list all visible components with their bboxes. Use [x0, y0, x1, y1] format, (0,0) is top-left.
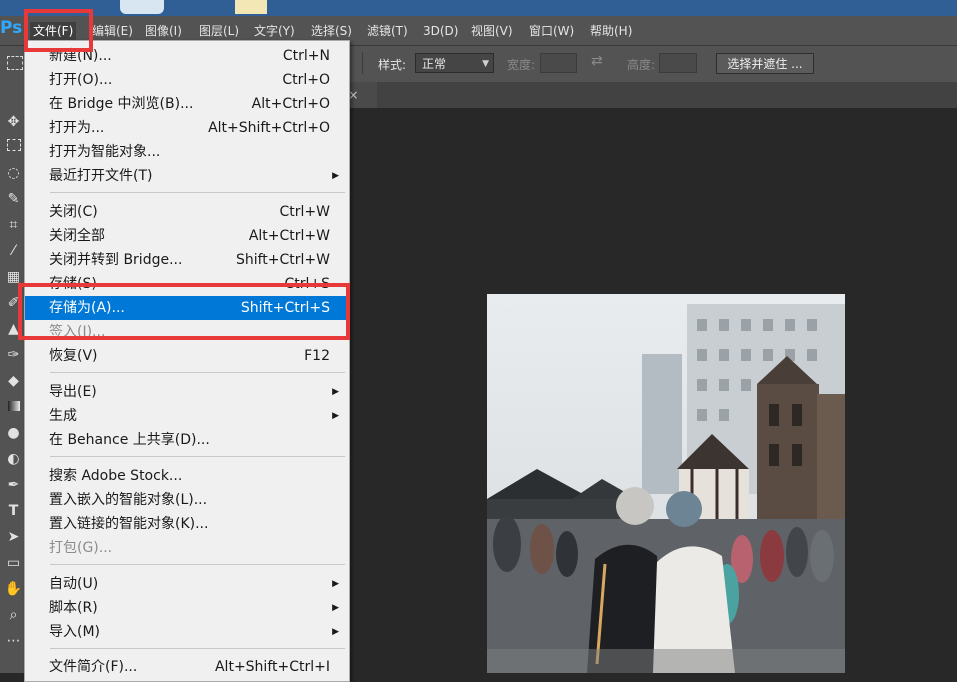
submenu-arrow-icon: ▶ — [332, 627, 339, 637]
width-field[interactable] — [540, 53, 577, 73]
canvas-photo — [487, 294, 845, 673]
menu-item-open-as-smart-object[interactable]: 打开为智能对象... — [25, 140, 347, 164]
menu-help[interactable]: 帮助(H) — [590, 22, 632, 40]
menu-window[interactable]: 窗口(W) — [529, 22, 574, 40]
submenu-arrow-icon: ▶ — [332, 387, 339, 397]
menu-item-import[interactable]: 导入(M) ▶ — [25, 620, 347, 644]
submenu-arrow-icon: ▶ — [332, 603, 339, 613]
menu-item-export[interactable]: 导出(E) ▶ — [25, 380, 347, 404]
menu-item-place-linked[interactable]: 置入链接的智能对象(K)... — [25, 512, 347, 536]
style-value: 正常 — [422, 57, 447, 71]
submenu-arrow-icon: ▶ — [332, 171, 339, 181]
hand-tool-icon[interactable]: ✋ — [0, 578, 27, 600]
menu-type[interactable]: 文字(Y) — [254, 22, 295, 40]
menu-separator — [50, 192, 345, 193]
menu-item-generate[interactable]: 生成 ▶ — [25, 404, 347, 428]
menu-separator — [50, 564, 345, 565]
menu-item-automate[interactable]: 自动(U) ▶ — [25, 572, 347, 596]
marquee-tool-icon[interactable] — [0, 136, 27, 158]
quick-select-tool-icon[interactable]: ✎ — [0, 188, 27, 210]
width-label: 宽度: — [507, 58, 536, 72]
eyedropper-tool-icon[interactable]: ⁄ — [0, 240, 27, 262]
options-divider — [362, 52, 363, 74]
menu-item-share-on-behance[interactable]: 在 Behance 上共享(D)... — [25, 428, 347, 452]
height-label: 高度: — [627, 58, 656, 72]
style-select[interactable]: 正常 ▼ — [415, 53, 494, 73]
menu-layer[interactable]: 图层(L) — [199, 22, 239, 40]
more-tools-icon[interactable]: ⋯ — [0, 630, 27, 652]
pen-tool-icon[interactable]: ✒ — [0, 474, 27, 496]
menu-separator — [50, 648, 345, 649]
menu-item-file-info[interactable]: 文件简介(F)... Alt+Shift+Ctrl+I — [25, 655, 347, 679]
menu-item-scripts[interactable]: 脚本(R) ▶ — [25, 596, 347, 620]
eraser-tool-icon[interactable]: ◆ — [0, 370, 27, 392]
history-brush-tool-icon[interactable]: ✑ — [0, 344, 27, 366]
dodge-tool-icon[interactable]: ◐ — [0, 448, 27, 470]
marquee-preset-icon[interactable] — [7, 56, 23, 70]
annotation-box-file-menu — [24, 9, 93, 52]
menu-item-open-as[interactable]: 打开为... Alt+Shift+Ctrl+O — [25, 116, 347, 140]
photo-image — [487, 294, 845, 673]
lasso-tool-icon[interactable]: ◌ — [0, 162, 27, 184]
menu-3d[interactable]: 3D(D) — [423, 22, 458, 40]
menu-item-close-and-go-to-bridge[interactable]: 关闭并转到 Bridge... Shift+Ctrl+W — [25, 248, 347, 272]
submenu-arrow-icon: ▶ — [332, 579, 339, 589]
rectangle-tool-icon[interactable]: ▭ — [0, 552, 27, 574]
taskbar-app-icon[interactable] — [120, 0, 164, 14]
submenu-arrow-icon: ▶ — [332, 411, 339, 421]
menu-view[interactable]: 视图(V) — [471, 22, 513, 40]
menu-item-package: 打包(G)... — [49, 540, 113, 556]
menu-item-close-all[interactable]: 关闭全部 Alt+Ctrl+W — [25, 224, 347, 248]
menu-separator — [50, 372, 345, 373]
menu-filter[interactable]: 滤镜(T) — [367, 22, 408, 40]
style-label: 样式: — [378, 58, 407, 72]
select-and-mask-button[interactable]: 选择并遮住 ... — [716, 53, 814, 74]
menu-item-revert[interactable]: 恢复(V) F12 — [25, 344, 347, 368]
menu-item-place-embedded[interactable]: 置入嵌入的智能对象(L)... — [25, 488, 347, 512]
height-field[interactable] — [659, 53, 697, 73]
menu-item-search-adobe-stock[interactable]: 搜索 Adobe Stock... — [25, 464, 347, 488]
blur-tool-icon[interactable]: ● — [0, 422, 27, 444]
menu-separator — [50, 456, 345, 457]
menu-item-open[interactable]: 打开(O)... Ctrl+O — [25, 68, 347, 92]
crop-tool-icon[interactable]: ⌗ — [0, 214, 27, 236]
menu-item-open-recent[interactable]: 最近打开文件(T) ▶ — [25, 164, 347, 188]
chevron-down-icon: ▼ — [482, 59, 489, 69]
annotation-box-save-as — [18, 283, 350, 340]
menu-image[interactable]: 图像(I) — [145, 22, 182, 40]
gradient-tool-icon[interactable] — [0, 396, 27, 418]
taskbar-folder-icon[interactable] — [235, 0, 267, 14]
menu-select[interactable]: 选择(S) — [311, 22, 352, 40]
menu-edit[interactable]: 编辑(E) — [92, 22, 133, 40]
path-select-tool-icon[interactable]: ➤ — [0, 526, 27, 548]
zoom-tool-icon[interactable]: ⌕ — [0, 604, 27, 626]
menu-item-browse-in-bridge[interactable]: 在 Bridge 中浏览(B)... Alt+Ctrl+O — [25, 92, 347, 116]
photoshop-logo: Ps — [0, 18, 23, 38]
menu-item-close[interactable]: 关闭(C) Ctrl+W — [25, 200, 347, 224]
move-tool-icon[interactable]: ✥ — [0, 111, 27, 133]
type-tool-icon[interactable]: T — [0, 500, 27, 522]
swap-icon[interactable]: ⇄ — [591, 53, 603, 69]
